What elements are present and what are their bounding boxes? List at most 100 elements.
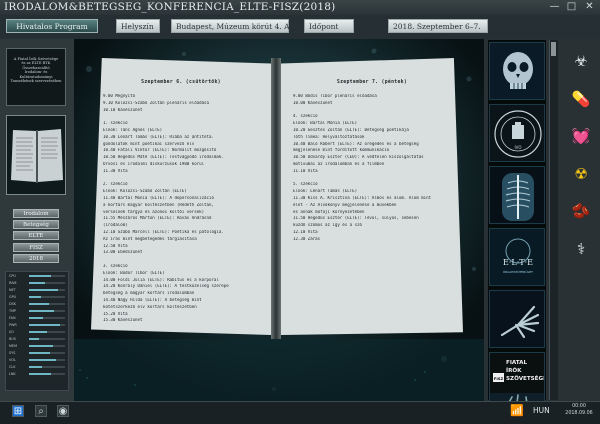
monitor-row: DSK	[9, 301, 65, 307]
thumb-hand-xray[interactable]	[489, 290, 545, 348]
wifi-icon[interactable]: 📶	[510, 404, 524, 417]
monitor-bar-fill	[29, 372, 51, 376]
monitor-bar-fill	[29, 344, 53, 348]
day1-schedule-line: 10.50 Hegedűs Máté (ELTE): Testvágyódó i…	[103, 155, 224, 160]
day1-schedule-line: 2. szekció	[103, 182, 128, 187]
nav-elte[interactable]: ELTE	[13, 231, 59, 241]
monitor-label: CLK	[9, 365, 16, 369]
monitor-label: LNK	[9, 372, 16, 376]
monitor-bar	[29, 274, 65, 278]
day2-schedule-line: 10.50 Udvardy Eszter (CEU): A védtelen k…	[293, 155, 424, 160]
thumb-elte[interactable]: E·L·T·E ÖRGUTATÓTERÜLET	[489, 228, 545, 286]
system-monitor-widget: CPU RAM NET GPU DSK TMP FAN PWR I/O BUS MEM SYS VOL C…	[5, 271, 69, 391]
day2-schedule-line: és annak műfaji környezetében	[293, 209, 365, 214]
monitor-label: GPU	[9, 295, 17, 299]
day1-schedule-line: 9.10 Kolozsi-Szabó Zoltán plenáris előad…	[103, 100, 209, 105]
nav-fisz[interactable]: FISZ	[13, 242, 59, 252]
day1-schedule-line: 3. szekció	[103, 264, 128, 268]
pill-icon[interactable]: 💊	[570, 88, 592, 110]
browser-icon[interactable]: ◉	[57, 405, 69, 417]
image-strip: IVO E·L·T·E ÖRGUTATÓTERÜLET FIATAL ÍRÓK …	[488, 40, 546, 410]
fisz-line-2: ÍRÓK	[506, 366, 522, 374]
monitor-row: FAN	[9, 315, 65, 321]
monitor-label: PWR	[9, 323, 17, 327]
monitor-row: RAM	[9, 280, 65, 286]
heartbeat-icon[interactable]: 💓	[570, 125, 592, 147]
day2-schedule-line: 4. szekció	[293, 114, 318, 119]
tool-column: ☣ 💊 💓 ☢ 🫘 ⚕	[562, 50, 600, 275]
scrollbar-thumb[interactable]	[551, 42, 556, 56]
monitor-bar	[29, 281, 65, 285]
maximize-button[interactable]: □	[565, 1, 578, 13]
clock[interactable]: 00:00 2018.09.06	[560, 403, 598, 417]
day2-schedule-line: élet - Az Alvókönyv megjelenése a művekb…	[293, 202, 397, 207]
monitor-row: CLK	[9, 364, 65, 370]
day2-schedule-line: 5. szekció	[293, 182, 318, 187]
day2-schedule-line: Elnök: Bartal Mónia (ELTE)	[293, 121, 358, 126]
day1-schedule-line: Az írás mint megbetegedés tárgiasítása	[103, 236, 197, 241]
monitor-row: I/O	[9, 329, 65, 335]
monitor-row: VOL	[9, 357, 65, 363]
seal-ivo-text: IVO	[515, 145, 522, 150]
monitor-bar-fill	[29, 281, 46, 285]
monitor-bar-fill	[29, 323, 60, 327]
day1-schedule-line: 1. szekció	[103, 121, 128, 126]
location-label: Helyszín	[116, 19, 160, 33]
close-button[interactable]: ✕	[583, 1, 596, 13]
monitor-bar	[29, 365, 65, 369]
minimize-button[interactable]: —	[548, 1, 561, 13]
monitor-row: NET	[9, 287, 65, 293]
monitor-row: PWR	[9, 322, 65, 328]
monitor-bar-fill	[29, 337, 40, 341]
monitor-bar	[29, 316, 65, 320]
monitor-row: TMP	[9, 308, 65, 314]
thumb-seal[interactable]: IVO	[489, 104, 545, 162]
day2-schedule-line: 10.40 Baló Róbert (ELTE): Az öregedés és…	[293, 141, 419, 146]
thumb-chest-xray[interactable]	[489, 166, 545, 224]
day2-schedule-line: 11.50 Hegedűs Eszter (ELTE): Tévúl, súly…	[293, 216, 419, 221]
day1-schedule-line: 11.30 Vita	[103, 168, 128, 173]
monitor-bar	[29, 351, 65, 355]
clock-date: 2018.09.06	[565, 411, 593, 416]
left-nav: Irodalom Betegség ELTE FISZ 2018	[13, 209, 59, 265]
kidney-icon[interactable]: 🫘	[570, 200, 592, 222]
language-indicator[interactable]: HUN	[533, 406, 550, 415]
day1-schedule-line: betegség a magyar kortárs irodalomban	[103, 291, 195, 296]
day2-schedule-line: motívumai az irodalomban és a filmben	[293, 162, 385, 166]
day2-schedule-line: Tóth Tímea: Helyváltoztatások	[293, 134, 365, 139]
program-button[interactable]: Hivatalos Program	[6, 19, 98, 33]
search-icon[interactable]: ⌕	[35, 405, 47, 417]
monitor-bar	[29, 330, 65, 334]
monitor-bar	[29, 337, 65, 341]
day1-schedule-line: Elnök: Kolozsi-Szabó Zoltán (ELTE)	[103, 189, 187, 194]
monitor-bar	[29, 288, 65, 292]
book-page-left: Szeptember 6. (csütörtök) 9.00 Megnyitó 9…	[91, 58, 271, 335]
day1-schedule-line: Elnök: Bodor Tibor (ELTE)	[103, 270, 165, 275]
monitor-bar	[29, 344, 65, 348]
day1-schedule-line: 11.40 Bartal Mónia (ELTE): A depersonali…	[103, 196, 214, 200]
monitor-label: CPU	[9, 274, 16, 278]
day2-heading: Szeptember 7. (péntek)	[336, 80, 408, 85]
day2-schedule-line: 12.30 Zárás	[293, 236, 321, 241]
monitor-row: SYS	[9, 350, 65, 356]
day2-schedule-line: 9.00 Bódis Tibor plenáris előadása	[293, 94, 377, 98]
day1-schedule-line: 10.40 Fatali Viktor (ELTE): Normalit moz…	[103, 148, 217, 153]
image-strip-scrollbar[interactable]	[549, 40, 558, 400]
medical-icon[interactable]: ⚕	[570, 238, 592, 260]
monitor-bar-fill	[29, 295, 41, 299]
monitor-bar-fill	[29, 358, 56, 362]
book-thumbnail[interactable]	[6, 115, 66, 195]
thumb-skull[interactable]	[489, 42, 545, 100]
nav-2018[interactable]: 2018	[13, 253, 59, 263]
day1-schedule-line: 10.10 Kávészünet	[103, 107, 143, 112]
monitor-bar	[29, 309, 65, 313]
monitor-label: BUS	[9, 337, 16, 341]
book-page-right: Szeptember 7. (péntek) 9.00 Bódis Tibor …	[281, 58, 463, 335]
nav-irodalom[interactable]: Irodalom	[13, 209, 59, 218]
biohazard-icon[interactable]: ☣	[570, 50, 592, 72]
logo-line: és az ELTE BTK Összehasonlító	[21, 61, 51, 70]
start-windows-icon[interactable]: ⊞	[12, 405, 24, 417]
nav-betegseg[interactable]: Betegség	[13, 220, 59, 230]
day1-schedule-line: 12.10 Szabó Marcell (ELTE): Poétika és p…	[103, 230, 224, 234]
radiation-icon[interactable]: ☢	[570, 163, 592, 185]
